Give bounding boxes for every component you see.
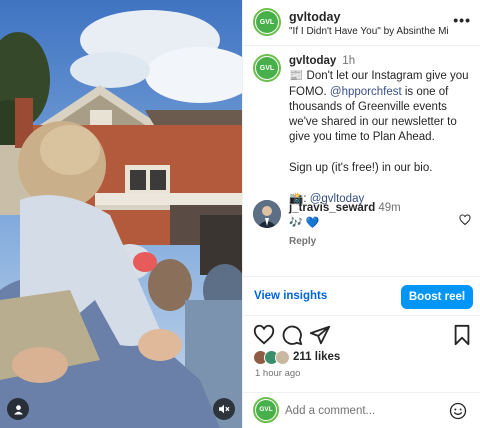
insights-bar: View insights Boost reel <box>243 276 480 316</box>
caption-signup-text: Sign up (it's free!) in our bio. <box>289 162 433 175</box>
commenter-username[interactable]: j_travis_seward <box>289 202 375 214</box>
view-insights-link[interactable]: View insights <box>254 290 327 302</box>
mute-toggle-button[interactable] <box>213 398 235 420</box>
comment-item: j_travis_seward 49m 🎶 💙 Reply <box>253 200 475 250</box>
audio-track-link[interactable]: "If I Didn't Have You" by Absinthe Min..… <box>289 26 449 37</box>
comment-icon[interactable] <box>281 324 303 346</box>
bookmark-icon[interactable] <box>451 324 473 346</box>
comment-like-heart-icon[interactable] <box>459 214 471 226</box>
caption-text: gvltoday 1h 📰 Don't let our Instagram giv… <box>289 54 477 207</box>
post-header: GVL gvltoday "If I Didn't Have You" by A… <box>243 0 480 46</box>
reel-video-frame <box>0 0 242 428</box>
boost-reel-button[interactable]: Boost reel <box>401 285 473 309</box>
tagged-people-button[interactable] <box>7 398 29 420</box>
comment-text: 🎶 💙 <box>289 217 320 229</box>
commenter-avatar[interactable] <box>253 200 281 228</box>
heart-icon[interactable] <box>253 324 275 346</box>
comment-composer: GVL <box>243 392 480 428</box>
composer-avatar: GVL <box>253 397 279 423</box>
user-tag-icon <box>13 404 23 415</box>
liker-avatar <box>275 350 290 365</box>
comment-timestamp: 49m <box>378 202 401 214</box>
likes-count[interactable]: 211 likes <box>293 351 340 363</box>
add-comment-input[interactable] <box>285 401 435 421</box>
likes-summary[interactable]: 211 likes <box>253 350 475 366</box>
author-avatar[interactable]: GVL <box>253 8 281 36</box>
post-actions <box>243 324 480 348</box>
reel-video[interactable] <box>0 0 242 428</box>
muted-speaker-icon <box>219 404 230 414</box>
comment-header: j_travis_seward 49m <box>289 202 401 214</box>
caption-author-avatar[interactable]: GVL <box>253 54 281 82</box>
comment-reply-button[interactable]: Reply <box>289 236 316 247</box>
more-options-icon[interactable]: ••• <box>453 12 471 28</box>
post-time-ago: 1 hour ago <box>255 368 301 379</box>
author-username[interactable]: gvltoday <box>289 10 340 24</box>
caption-mention-link[interactable]: @hpporchfest <box>330 86 402 98</box>
emoji-icon[interactable] <box>449 402 467 420</box>
post-side-panel: GVL gvltoday "If I Didn't Have You" by A… <box>242 0 480 428</box>
caption-username[interactable]: gvltoday <box>289 55 336 67</box>
share-icon[interactable] <box>309 324 331 346</box>
caption-timestamp: 1h <box>342 55 356 67</box>
